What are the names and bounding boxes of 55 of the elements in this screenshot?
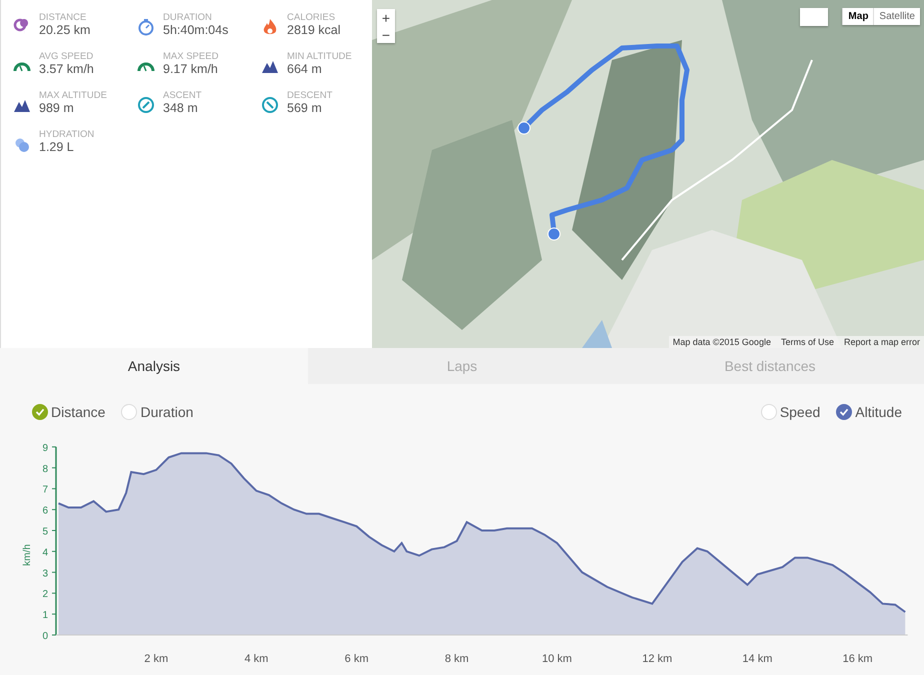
tick-label: 8 km bbox=[444, 653, 469, 665]
descent-icon bbox=[261, 96, 279, 114]
map-type-button[interactable]: Map bbox=[842, 8, 874, 25]
chart-option[interactable]: Distance bbox=[32, 404, 106, 420]
tick-label: 8 bbox=[42, 464, 48, 475]
tick-label: 12 km bbox=[642, 653, 672, 665]
chart-option[interactable]: Altitude bbox=[836, 404, 902, 420]
stat-label: DURATION bbox=[163, 12, 213, 23]
map-type-button[interactable]: Satellite bbox=[873, 8, 920, 25]
stat-label: CALORIES bbox=[287, 12, 336, 23]
stat-label: ASCENT bbox=[163, 90, 202, 101]
tick-label: 16 km bbox=[842, 653, 873, 665]
zoom-button[interactable]: + bbox=[377, 9, 395, 26]
tick-label: 2 km bbox=[144, 653, 168, 665]
tick-label: 0 bbox=[42, 631, 48, 642]
tick-label: 7 bbox=[42, 484, 48, 496]
stat-label: MAX SPEED bbox=[163, 51, 218, 62]
stat-value: 664 m bbox=[287, 62, 323, 76]
ascent-icon bbox=[137, 96, 155, 114]
tick-label: 5 bbox=[42, 526, 48, 538]
attribution-text: Map data ©2015 Google bbox=[672, 337, 771, 347]
tick-label: 10 km bbox=[542, 653, 572, 665]
axis-label: km/h bbox=[22, 544, 33, 566]
tick-label: 4 km bbox=[244, 653, 268, 665]
tick-label: 14 km bbox=[742, 653, 772, 665]
stat-label: AVG SPEED bbox=[39, 51, 94, 62]
chart-option[interactable]: Duration bbox=[121, 404, 194, 420]
stat-label: DISTANCE bbox=[39, 12, 88, 23]
stat-value: 989 m bbox=[39, 101, 75, 115]
stat-label: MAX ALTITUDE bbox=[39, 90, 107, 101]
duration-icon bbox=[137, 18, 155, 36]
stat-value: 569 m bbox=[287, 101, 323, 115]
stat-value: 1.29 L bbox=[39, 140, 75, 154]
attribution-link[interactable]: Terms of Use bbox=[780, 337, 834, 347]
zoom-button[interactable]: − bbox=[377, 26, 395, 43]
stat-value: 2819 kcal bbox=[287, 23, 341, 37]
stat-label: HYDRATION bbox=[39, 129, 94, 140]
tick-label: 2 bbox=[42, 589, 48, 600]
stat-label: MIN ALTITUDE bbox=[287, 51, 352, 62]
attribution-link[interactable]: Report a map error bbox=[844, 337, 920, 347]
calories-icon bbox=[261, 18, 279, 36]
tick-label: 3 bbox=[42, 568, 48, 580]
stat-value: 5h:40m:04s bbox=[163, 23, 228, 37]
stat-value: 9.17 km/h bbox=[163, 62, 218, 76]
tick-label: 9 bbox=[42, 442, 48, 454]
stat-value: 3.57 km/h bbox=[39, 62, 94, 76]
fullscreen-button[interactable] bbox=[800, 8, 828, 26]
chart-option[interactable]: Speed bbox=[760, 404, 820, 420]
stat-label: DESCENT bbox=[287, 90, 332, 101]
tick-label: 6 bbox=[42, 506, 48, 517]
stat-value: 348 m bbox=[163, 101, 199, 115]
tick-label: 1 bbox=[42, 610, 48, 622]
stat-value: 20.25 km bbox=[39, 23, 90, 37]
tick-label: 6 km bbox=[344, 653, 369, 665]
tick-label: 4 bbox=[42, 547, 48, 558]
